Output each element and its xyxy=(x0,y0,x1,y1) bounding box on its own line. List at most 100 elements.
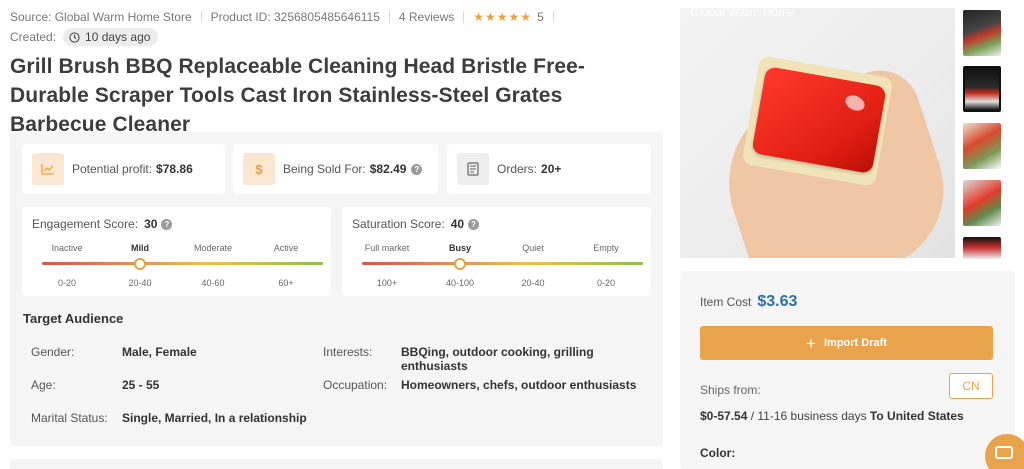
product-main-image[interactable]: Global Warm Home xyxy=(680,8,955,258)
help-icon[interactable]: ? xyxy=(161,218,173,230)
dollar-icon: $ xyxy=(243,153,275,185)
product-thumbnail[interactable] xyxy=(963,180,1001,226)
engagement-gradient-bar xyxy=(42,262,323,265)
created-value: 10 days ago xyxy=(85,30,151,44)
star-icon: ★ xyxy=(520,10,532,24)
profit-label: Potential profit: xyxy=(72,162,153,176)
saturation-range-label: 0-20 xyxy=(596,278,616,288)
clock-icon xyxy=(69,31,80,43)
interests-value: BBQing, outdoor cooking, grilling enthus… xyxy=(401,345,594,373)
gender-value: Male, Female xyxy=(122,345,197,359)
saturation-level-label: Empty xyxy=(593,243,619,253)
item-cost-value: $3.63 xyxy=(757,293,798,310)
plus-icon: + xyxy=(806,333,816,353)
help-icon[interactable]: ? xyxy=(468,218,480,230)
product-thumbnail[interactable] xyxy=(963,237,1001,259)
document-icon xyxy=(457,153,489,185)
item-cost: Item Cost $3.63 xyxy=(700,293,797,311)
saturation-label: Saturation Score: xyxy=(352,217,445,231)
product-title: Grill Brush BBQ Replaceable Cleaning Hea… xyxy=(10,55,585,136)
engagement-level-label: Mild xyxy=(131,243,149,253)
chat-icon xyxy=(995,446,1013,459)
next-section-panel xyxy=(10,459,663,469)
gender-label: Gender: xyxy=(31,345,75,359)
saturation-indicator xyxy=(454,258,466,270)
shipping-info: $0-57.54 / 11-16 business days To United… xyxy=(700,409,964,423)
ships-from-label: Ships from: xyxy=(700,383,761,397)
potential-profit-card: Potential profit: $78.86 xyxy=(22,144,225,194)
trend-chart-icon xyxy=(32,153,64,185)
product-thumbnail[interactable] xyxy=(963,10,1001,56)
saturation-range-label: 40-100 xyxy=(445,278,475,288)
chat-button[interactable] xyxy=(985,434,1024,469)
source-store[interactable]: Source: Global Warm Home Store xyxy=(10,10,192,24)
image-watermark: Global Warm Home xyxy=(690,8,795,19)
engagement-range-label: 40-60 xyxy=(201,278,225,288)
divider xyxy=(388,11,390,23)
marital-status-value: Single, Married, In a relationship xyxy=(122,411,307,425)
interests-label: Interests: xyxy=(323,345,373,359)
reviews-count[interactable]: 4 Reviews xyxy=(399,10,454,24)
engagement-score-card: Engagement Score: 30 ? Inactive Mild Mod… xyxy=(22,207,331,296)
analysis-panel: Potential profit: $78.86 $ Being Sold Fo… xyxy=(10,132,663,446)
divider xyxy=(200,11,202,23)
saturation-score-title: Saturation Score: 40 ? xyxy=(352,217,480,231)
star-icon: ★ xyxy=(508,10,520,24)
saturation-value: 40 xyxy=(450,217,465,231)
product-thumbnail[interactable] xyxy=(963,66,1001,112)
shipping-destination[interactable]: To United States xyxy=(870,409,964,423)
divider xyxy=(552,11,554,23)
product-id: Product ID: 3256805485646115 xyxy=(210,10,380,24)
age-value: 25 - 55 xyxy=(122,378,160,392)
divider xyxy=(463,11,465,23)
engagement-level-label: Inactive xyxy=(51,243,83,253)
saturation-level-label: Busy xyxy=(448,243,472,253)
engagement-indicator xyxy=(134,258,146,270)
saturation-gradient-bar xyxy=(362,262,643,265)
created-row: Created: 10 days ago xyxy=(10,27,159,47)
product-meta-row: Source: Global Warm Home Store Product I… xyxy=(10,9,563,25)
saturation-range-label: 20-40 xyxy=(521,278,545,288)
engagement-value: 30 xyxy=(144,217,158,231)
occupation-value: Homeowners, chefs, outdoor enthusiasts xyxy=(401,378,637,392)
rating-stars: ★ ★ ★ ★ ★ xyxy=(473,11,531,23)
ships-from-select[interactable]: CN xyxy=(949,373,993,399)
saturation-range-label: 100+ xyxy=(376,278,398,288)
help-icon[interactable]: ? xyxy=(411,163,423,175)
color-label: Color: xyxy=(700,446,736,460)
saturation-level-label: Quiet xyxy=(522,243,544,253)
engagement-range-label: 20-40 xyxy=(128,278,152,288)
product-thumbnail[interactable] xyxy=(963,123,1001,169)
engagement-score-title: Engagement Score: 30 ? xyxy=(32,217,173,231)
shipping-cost: $0-57.54 xyxy=(700,409,748,423)
shipping-days: / 11-16 business days xyxy=(750,409,867,423)
age-label: Age: xyxy=(31,378,56,392)
target-audience-title: Target Audience xyxy=(23,311,124,326)
engagement-label: Engagement Score: xyxy=(32,217,139,231)
star-icon: ★ xyxy=(473,10,484,24)
being-sold-for-card: $ Being Sold For: $82.49 ? xyxy=(233,144,438,194)
created-badge: 10 days ago xyxy=(63,28,159,46)
star-icon: ★ xyxy=(485,10,496,24)
orders-value: 20+ xyxy=(541,162,562,176)
engagement-level-label: Active xyxy=(273,243,299,253)
saturation-score-card: Saturation Score: 40 ? Full market Busy … xyxy=(342,207,651,296)
marital-status-label: Marital Status: xyxy=(31,411,108,425)
rating-value: 5 xyxy=(537,10,544,24)
star-icon: ★ xyxy=(496,10,508,24)
engagement-range-label: 0-20 xyxy=(57,278,77,288)
import-draft-button[interactable]: + Import Draft xyxy=(700,326,993,360)
occupation-label: Occupation: xyxy=(323,378,388,392)
orders-card: Orders: 20+ xyxy=(447,144,651,194)
sold-value: $82.49 xyxy=(369,162,407,176)
sold-label: Being Sold For: xyxy=(283,162,366,176)
saturation-level-label: Full market xyxy=(364,243,410,253)
item-cost-label: Item Cost xyxy=(700,295,752,309)
created-label: Created: xyxy=(10,30,57,44)
orders-label: Orders: xyxy=(497,162,538,176)
engagement-level-label: Moderate xyxy=(193,243,233,253)
purchase-panel: Item Cost $3.63 + Import Draft Ships fro… xyxy=(680,271,1015,469)
import-draft-label: Import Draft xyxy=(823,337,887,349)
profit-value: $78.86 xyxy=(156,162,193,176)
engagement-range-label: 60+ xyxy=(278,278,294,288)
